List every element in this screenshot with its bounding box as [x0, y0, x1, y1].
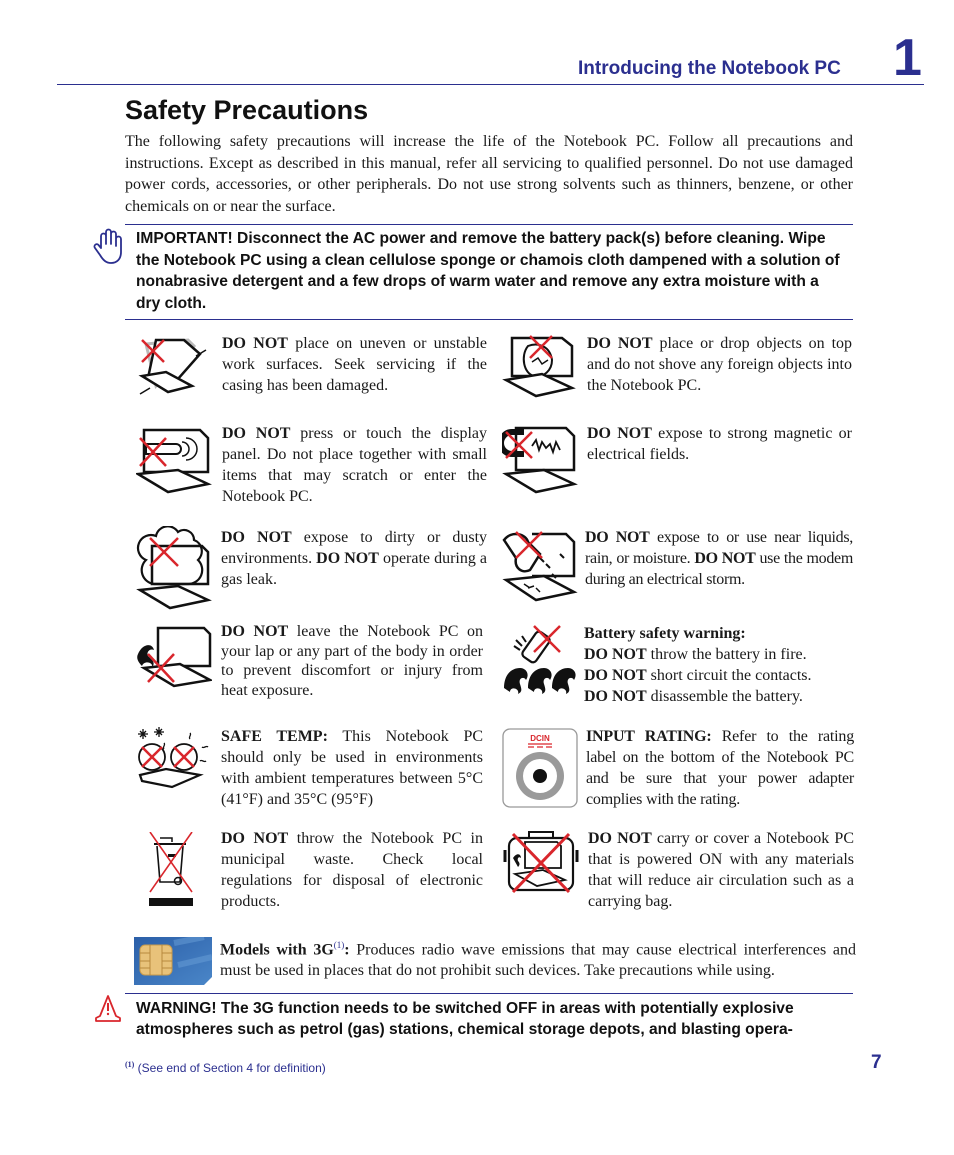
unstable-surface-icon — [136, 332, 218, 400]
dcin-icon: DCIN — [502, 728, 578, 808]
precaution-heat-lap: DO NOT leave the Notebook PC on your lap… — [221, 622, 483, 700]
battery-fire-icon — [502, 622, 582, 696]
precaution-keyword: SAFE TEMP: — [221, 728, 328, 745]
precaution-liquid: DO NOT expose to or use near liquids, ra… — [585, 527, 853, 590]
precaution-keyword: DO NOT — [584, 667, 647, 684]
precaution-keyword: DO NOT — [587, 335, 653, 352]
precaution-touch-display: DO NOT press or touch the display panel.… — [222, 423, 487, 507]
battery-warning-line: DO NOT disassemble the battery. — [584, 686, 854, 707]
liquid-icon — [502, 526, 578, 606]
precaution-keyword: DO NOT — [694, 550, 756, 567]
notice-bottom-divider — [125, 319, 853, 320]
magnetic-field-icon — [502, 424, 578, 496]
battery-safety-warning: Battery safety warning: DO NOT throw the… — [584, 623, 854, 707]
precaution-unstable-surface: DO NOT place on uneven or unstable work … — [222, 333, 487, 396]
objects-on-top-icon — [502, 332, 578, 400]
battery-warning-line: DO NOT short circuit the contacts. — [584, 665, 854, 686]
precaution-text: disassemble the battery. — [646, 688, 803, 705]
precaution-waste-disposal: DO NOT throw the Notebook PC in municipa… — [221, 828, 483, 912]
warning-top-divider — [125, 993, 853, 994]
footnote-text: (See end of Section 4 for definition) — [134, 1061, 326, 1075]
dust-icon — [136, 526, 212, 612]
header-divider — [57, 84, 924, 85]
precaution-keyword: DO NOT — [587, 425, 652, 442]
precaution-keyword: DO NOT — [584, 688, 647, 705]
footnote: (1) (See end of Section 4 for definition… — [125, 1060, 326, 1075]
precaution-keyword: DO NOT — [584, 646, 647, 663]
heat-lap-icon — [136, 624, 212, 690]
precaution-safe-temp: SAFE TEMP: This Notebook PC should only … — [221, 726, 483, 810]
warning-cone-icon — [94, 994, 122, 1024]
precaution-keyword: DO NOT — [221, 623, 289, 640]
intro-paragraph: The following safety precautions will in… — [125, 133, 853, 215]
precaution-keyword: DO NOT — [221, 529, 292, 546]
battery-warning-line: DO NOT throw the battery in fire. — [584, 644, 854, 665]
precaution-text: short circuit the contacts. — [646, 667, 812, 684]
page-title: Safety Precautions — [125, 95, 369, 125]
precaution-input-rating: INPUT RATING: Refer to the rating label … — [586, 726, 854, 810]
models-3g-note: Models with 3G(1): Produces radio wave e… — [220, 935, 856, 981]
precaution-dust: DO NOT expose to dirty or dusty environm… — [221, 527, 487, 590]
temperature-icon — [136, 727, 214, 795]
page-number: 7 — [871, 1052, 882, 1073]
dcin-label: DCIN — [530, 734, 550, 743]
precaution-carrying-bag: DO NOT carry or cover a Notebook PC that… — [588, 828, 854, 912]
precaution-text: throw the battery in fire. — [646, 646, 807, 663]
footnote-reference[interactable]: (1) — [334, 940, 345, 950]
notice-top-divider — [125, 224, 853, 225]
battery-warning-heading: Battery safety warning: — [584, 625, 746, 642]
crossed-bin-icon — [148, 832, 196, 912]
models-3g-keyword: Models with 3G — [220, 941, 334, 959]
important-notice-text: IMPORTANT! Disconnect the AC power and r… — [136, 230, 840, 312]
sim-card-icon — [134, 937, 212, 985]
carrying-bag-icon — [503, 828, 579, 896]
touch-display-icon — [136, 424, 214, 496]
precaution-keyword: DO NOT — [222, 425, 291, 442]
warning-notice-text: WARNING! The 3G function needs to be swi… — [136, 1000, 794, 1038]
section-title: Introducing the Notebook PC — [578, 58, 841, 79]
precaution-objects-on-top: DO NOT place or drop objects on top and … — [587, 333, 852, 396]
precaution-keyword: DO NOT — [585, 529, 650, 546]
hand-stop-icon — [92, 226, 126, 266]
precaution-magnetic-field: DO NOT expose to strong magnetic or elec… — [587, 423, 852, 465]
precaution-keyword: INPUT RATING: — [586, 728, 712, 745]
precaution-keyword: DO NOT — [316, 550, 379, 567]
chapter-number: 1 — [893, 29, 922, 87]
precaution-keyword: DO NOT — [222, 335, 288, 352]
precaution-keyword: DO NOT — [221, 830, 289, 847]
footnote-marker: (1) — [125, 1060, 135, 1069]
precaution-keyword: DO NOT — [588, 830, 652, 847]
